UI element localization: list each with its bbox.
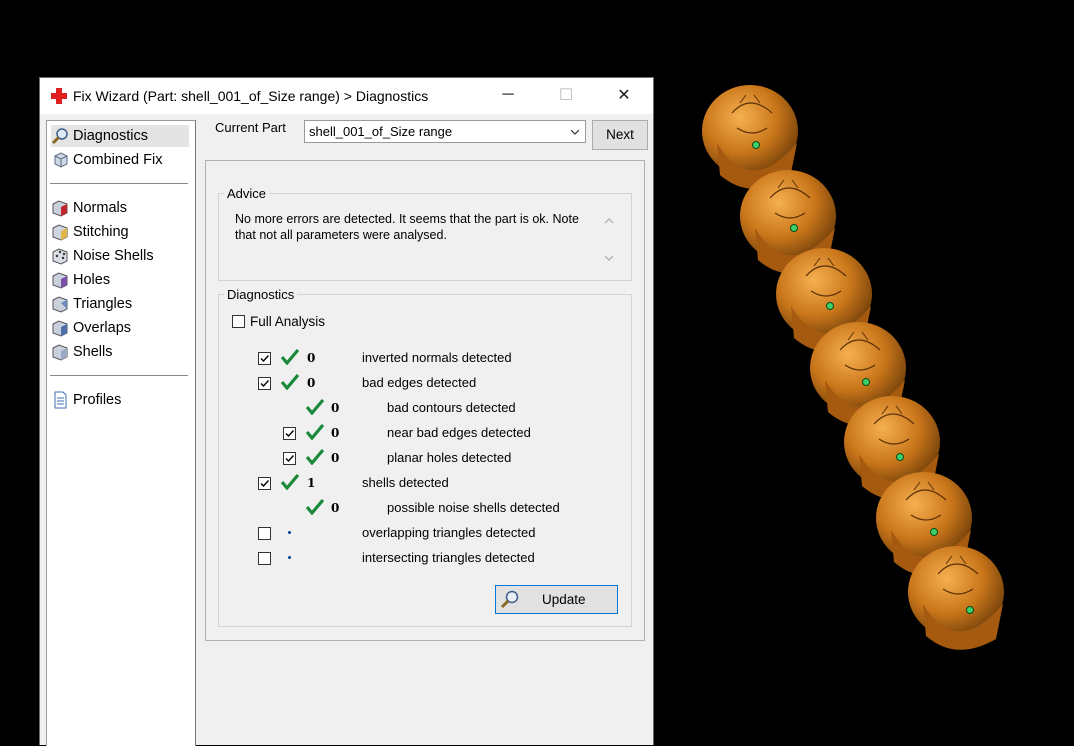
cube-hole-icon: [52, 272, 68, 289]
green-check-icon: [306, 449, 324, 465]
sidebar-item-label: Holes: [73, 272, 111, 288]
panel-divider: [195, 120, 196, 746]
document-icon: [54, 391, 67, 409]
title-bar[interactable]: Fix Wizard (Part: shell_001_of_Size rang…: [40, 78, 653, 114]
green-check-icon: [306, 424, 324, 440]
green-check-icon: [281, 349, 299, 365]
row-label: bad edges detected: [362, 375, 477, 390]
row-label: overlapping triangles detected: [362, 525, 536, 540]
dice-icon: [52, 248, 68, 265]
red-cross-icon: [51, 88, 67, 104]
ring-models-viewport[interactable]: [680, 80, 1040, 670]
row-label: possible noise shells detected: [387, 500, 560, 515]
row-label: shells detected: [362, 475, 449, 490]
maximize-button[interactable]: ☐: [543, 78, 589, 112]
row-label: intersecting triangles detected: [362, 550, 535, 565]
fix-wizard-window: Fix Wizard (Part: shell_001_of_Size rang…: [39, 77, 654, 746]
sidebar-item-triangles[interactable]: Triangles: [51, 293, 189, 315]
cube-icon: [54, 152, 68, 168]
window-title: Fix Wizard (Part: shell_001_of_Size rang…: [73, 88, 429, 104]
cube-triangle-icon: [52, 296, 68, 313]
magnifier-icon: [500, 590, 519, 609]
magnifier-icon: [51, 128, 68, 145]
row-checkbox[interactable]: [258, 352, 271, 365]
row-checkbox[interactable]: [283, 427, 296, 440]
row-count: 1: [307, 476, 316, 490]
row-checkbox[interactable]: [258, 377, 271, 390]
green-check-icon: [281, 474, 299, 490]
cube-shells-icon: [52, 344, 68, 361]
sidebar-item-holes[interactable]: Holes: [51, 269, 189, 291]
close-button[interactable]: ✕: [601, 78, 647, 112]
row-label: planar holes detected: [387, 450, 512, 465]
cube-red-icon: [52, 200, 68, 217]
sidebar-item-label: Combined Fix: [73, 152, 163, 168]
update-button[interactable]: Update: [495, 585, 618, 614]
green-check-icon: [306, 499, 324, 515]
current-part-label: Current Part: [215, 120, 286, 135]
sidebar-divider: [50, 375, 188, 376]
cube-stitch-icon: [52, 224, 68, 241]
sidebar-item-profiles[interactable]: Profiles: [51, 389, 189, 411]
cube-overlap-icon: [52, 320, 68, 337]
sidebar-item-stitching[interactable]: Stitching: [51, 221, 189, 243]
sidebar-item-label: Normals: [73, 200, 127, 216]
row-checkbox[interactable]: [258, 477, 271, 490]
full-analysis-label: Full Analysis: [250, 314, 326, 329]
advice-title: Advice: [224, 186, 270, 201]
chevron-down-icon: [571, 129, 579, 135]
row-checkbox[interactable]: [258, 552, 271, 565]
update-label: Update: [542, 592, 586, 607]
sidebar-item-label: Diagnostics: [73, 128, 148, 144]
ring-model: [908, 546, 1004, 650]
sidebar-item-label: Noise Shells: [73, 248, 154, 264]
row-label: near bad edges detected: [387, 425, 531, 440]
row-count: 0: [331, 501, 340, 515]
green-check-icon: [281, 374, 299, 390]
pending-dot-icon: [288, 556, 291, 559]
current-part-dropdown[interactable]: shell_001_of_Size range: [304, 120, 586, 143]
advice-text: No more errors are detected. It seems th…: [235, 212, 579, 242]
full-analysis-checkbox[interactable]: [232, 315, 245, 328]
sidebar-item-combined-fix[interactable]: Combined Fix: [51, 149, 189, 171]
row-checkbox[interactable]: [258, 527, 271, 540]
scroll-up-icon[interactable]: [603, 216, 615, 226]
sidebar-item-shells[interactable]: Shells: [51, 341, 189, 363]
diagnostics-title: Diagnostics: [224, 287, 298, 302]
sidebar-item-normals[interactable]: Normals: [51, 197, 189, 219]
next-button[interactable]: Next: [592, 120, 648, 150]
minimize-button[interactable]: ─: [485, 78, 531, 112]
row-count: 0: [331, 401, 340, 415]
row-count: 0: [307, 376, 316, 390]
sidebar-item-diagnostics[interactable]: Diagnostics: [51, 125, 189, 147]
current-part-value: shell_001_of_Size range: [309, 124, 453, 139]
row-count: 0: [307, 351, 316, 365]
sidebar-item-overlaps[interactable]: Overlaps: [51, 317, 189, 339]
green-check-icon: [306, 399, 324, 415]
sidebar-item-label: Overlaps: [73, 320, 132, 336]
row-label: inverted normals detected: [362, 350, 512, 365]
scroll-down-icon[interactable]: [603, 253, 615, 263]
sidebar-item-noise-shells[interactable]: Noise Shells: [51, 245, 189, 267]
sidebar: Diagnostics Combined Fix Normals Stitchi…: [46, 120, 196, 746]
sidebar-item-label: Stitching: [73, 224, 129, 240]
sidebar-item-label: Profiles: [73, 392, 122, 408]
row-checkbox[interactable]: [283, 452, 296, 465]
row-label: bad contours detected: [387, 400, 516, 415]
row-count: 0: [331, 451, 340, 465]
pending-dot-icon: [288, 531, 291, 534]
sidebar-divider: [50, 183, 188, 184]
sidebar-item-label: Shells: [73, 344, 113, 360]
row-count: 0: [331, 426, 340, 440]
sidebar-item-label: Triangles: [73, 296, 133, 312]
